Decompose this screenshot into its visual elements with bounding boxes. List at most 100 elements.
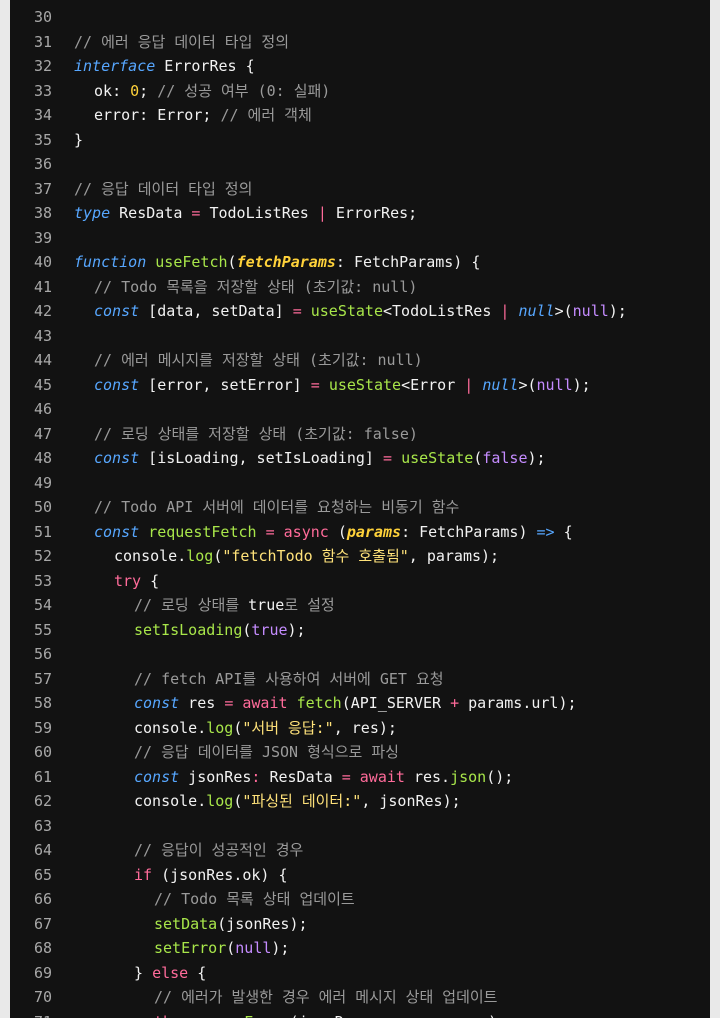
code-text: const requestFetch = async (params: Fetc… [94,520,573,545]
code-token: ( [226,939,236,957]
code-token: error [94,106,140,124]
code-text: // 응답이 성공적인 경우 [134,838,303,863]
code-text: // 응답 데이터를 JSON 형식으로 파싱 [134,740,399,765]
code-line[interactable]: 31 // 에러 응답 데이터 타입 정의 [10,30,710,55]
code-line[interactable]: 70 // 에러가 발생한 경우 에러 메시지 상태 업데이트 [10,985,710,1010]
code-token: = [224,694,234,712]
code-line[interactable]: 68 setError(null); [10,936,710,961]
code-text: function useFetch(fetchParams: FetchPara… [74,250,480,275]
code-token: const [94,375,140,394]
line-number: 43 [33,326,52,345]
code-line[interactable]: 38 type ResData = TodoListRes | ErrorRes; [10,201,710,226]
code-token: null [572,302,609,320]
code-line[interactable]: 50 // Todo API 서버에 데이터를 요청하는 비동기 함수 [10,495,710,520]
code-token: json [450,767,487,786]
code-line[interactable]: 52 console.log("fetchTodo 함수 호출됨", params… [10,544,710,569]
code-text: console.log("fetchTodo 함수 호출됨", params); [114,544,499,569]
code-line[interactable]: 34 error: Error; // 에러 객체 [10,103,710,128]
code-text: const [error, setError] = useState<Error… [94,373,591,398]
code-line[interactable]: 59 console.log("서버 응답:", res); [10,716,710,741]
code-text: } else { [134,961,206,986]
code-line[interactable]: 46 [10,397,710,422]
code-line[interactable]: 35} [10,128,710,153]
code-line[interactable]: 44 // 에러 메시지를 저장할 상태 (초기값: null) [10,348,710,373]
code-line[interactable]: 45 const [error, setError] = useState<Err… [10,373,710,398]
code-token: else [152,963,189,982]
code-token: (jsonRes.ok) { [152,865,288,884]
code-token: // 에러가 발생한 경우 에러 메시지 상태 업데이트 [154,988,498,1006]
line-number: 62 [33,792,52,810]
code-line[interactable]: 64 // 응답이 성공적인 경우 [10,838,710,863]
code-line[interactable]: 41 // Todo 목록을 저장할 상태 (초기값: null) [10,275,710,300]
code-text: // 로딩 상태를 저장할 상태 (초기값: false) [94,422,418,447]
code-text: // 에러 응답 데이터 타입 정의 [74,30,289,55]
code-token: : Error; [139,106,221,124]
code-token: ResData [110,204,192,222]
code-line[interactable]: 49 [10,471,710,496]
code-line[interactable]: 40 function useFetch(fetchParams: FetchPa… [10,250,710,275]
code-token: : FetchParams) [401,522,537,541]
code-line[interactable]: 47 // 로딩 상태를 저장할 상태 (초기값: false) [10,422,710,447]
code-line[interactable]: 53 try { [10,569,710,594]
code-line[interactable]: 37 // 응답 데이터 타입 정의 [10,177,710,202]
code-token: = [292,302,302,320]
code-line[interactable]: 36 [10,152,710,177]
code-token: // 로딩 상태를 [134,596,249,614]
code-line[interactable]: 32 interface ErrorRes { [10,54,710,79]
code-text: } [74,128,83,153]
code-lines: 30 31// 에러 응답 데이터 타입 정의 32 interface ErrorR… [10,5,710,1018]
code-token: // 성공 여부 (0: 실패) [157,81,331,100]
line-number: 46 [33,400,52,418]
code-text: // 에러가 발생한 경우 에러 메시지 상태 업데이트 [154,985,497,1010]
code-line[interactable]: 67 setData(jsonRes); [10,912,710,937]
code-line[interactable]: 58 const res = await fetch(API_SERVER + p… [10,691,710,716]
code-token: null [536,375,573,394]
code-token: true [248,596,285,614]
code-token: TodoListRes [200,204,318,222]
code-line[interactable]: 33 ok: 0; // 성공 여부 (0: 실패) [10,79,710,104]
code-line[interactable]: 39 [10,226,710,251]
code-token: ( [473,449,483,467]
code-line[interactable]: 42 const [data, setData] = useState<TodoL… [10,299,710,324]
code-line[interactable]: 63 [10,814,710,839]
line-number: 58 [33,694,52,712]
code-token: // fetch API를 사용하여 서버에 GET 요청 [134,669,444,688]
code-line[interactable]: 60 // 응답 데이터를 JSON 형식으로 파싱 [10,740,710,765]
code-line[interactable]: 65 if (jsonRes.ok) { [10,863,710,888]
code-line[interactable]: 71 throw new Error(jsonRes.error.message)… [10,1010,710,1018]
code-token: const [94,302,140,320]
line-number: 40 [33,253,52,271]
code-line[interactable]: 30 [10,5,710,30]
code-token: ( [227,253,237,271]
code-line[interactable]: 61 const jsonRes: ResData = await res.jso… [10,765,710,790]
code-text: console.log("파싱된 데이터:", jsonRes); [134,789,461,814]
code-token: [error, setError] [139,375,311,394]
code-token: { [188,963,207,982]
line-number: 63 [33,816,52,835]
code-line[interactable]: 55 setIsLoading(true); [10,618,710,643]
code-token: 로 설정 [284,596,335,614]
code-line[interactable]: 51 const requestFetch = async (params: Fe… [10,520,710,545]
line-number: 32 [33,57,52,75]
code-line[interactable]: 56 [10,642,710,667]
code-token: = [383,449,393,467]
code-line[interactable]: 54 // 로딩 상태를 true로 설정 [10,593,710,618]
code-line[interactable]: 48 const [isLoading, setIsLoading] = useS… [10,446,710,471]
code-line[interactable]: 66 // Todo 목록 상태 업데이트 [10,887,710,912]
code-line[interactable]: 62 console.log("파싱된 데이터:", jsonRes); [10,789,710,814]
code-token: const [134,694,180,712]
code-editor[interactable]: 30 31// 에러 응답 데이터 타입 정의 32 interface ErrorR… [10,0,710,1018]
code-token: null [482,375,519,394]
line-number: 44 [33,351,52,369]
code-token: (API_SERVER [341,694,451,712]
code-line[interactable]: 57 // fetch API를 사용하여 서버에 GET 요청 [10,667,710,692]
code-token: "fetchTodo 함수 호출됨" [222,547,409,565]
code-text: ok: 0; // 성공 여부 (0: 실패) [94,79,330,104]
code-token: [data, setData] [139,302,293,320]
code-line[interactable]: 69} else { [10,961,710,986]
code-token: ErrorRes { [155,57,255,75]
code-line[interactable]: 43 [10,324,710,349]
